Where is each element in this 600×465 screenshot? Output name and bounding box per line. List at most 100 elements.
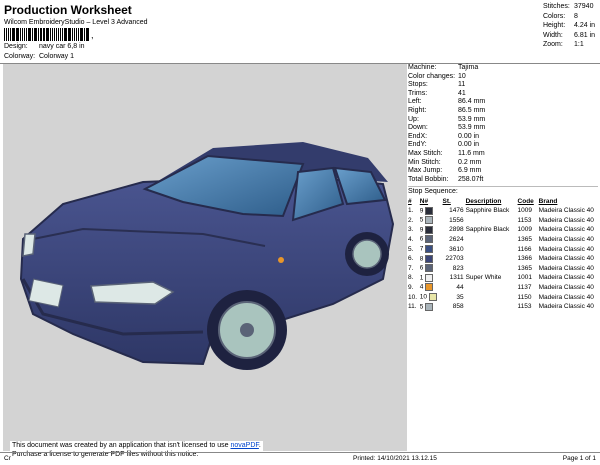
machine-row: Down: 53.9 mm: [408, 124, 598, 133]
table-row: 1. 9 1476 Sapphire Black 1009 Madeira Classi…: [408, 206, 598, 216]
stop-number: 6.: [408, 255, 414, 263]
color-description: Sapphire Black: [465, 226, 510, 234]
barcode: [4, 28, 90, 41]
printed-date: Printed: 14/10/2021 13.12.15: [353, 455, 437, 462]
machine-label: Max Jump:: [408, 167, 443, 175]
stitch-count: 44: [456, 283, 464, 291]
machine-label: Min Stitch:: [408, 158, 441, 166]
color-description: [466, 244, 518, 254]
machine-label: Max Stitch:: [408, 149, 443, 157]
stop-number: 5.: [408, 245, 414, 253]
stat-value: 1:1: [574, 41, 584, 49]
stat-label: Width:: [543, 31, 563, 39]
color-description: [466, 216, 518, 226]
machine-label: Stops:: [408, 81, 428, 89]
thread-brand: Madeira Classic 40: [538, 207, 594, 215]
design-preview: [3, 64, 407, 451]
notice-line1: This document was created by an applicat…: [12, 442, 231, 449]
needle-cell: 9: [420, 225, 443, 235]
needle-cell: 6: [420, 235, 443, 245]
color-code: 1366: [517, 255, 533, 263]
table-row: 3. 9 2898 Sapphire Black 1009 Madeira Classi…: [408, 225, 598, 235]
stop-number: 9.: [408, 283, 414, 291]
machine-label: Machine:: [408, 64, 437, 71]
thread-brand: Madeira Classic 40: [538, 226, 594, 234]
stat-label: Stitches:: [543, 3, 570, 10]
stop-number: 1.: [408, 207, 414, 215]
color-swatch: [425, 254, 434, 263]
needle-cell: 10: [420, 292, 443, 302]
needle-number: 9: [419, 226, 424, 234]
machine-row: Stops: 11: [408, 81, 598, 90]
stitch-count: 1311: [449, 274, 464, 282]
stitch-count: 35: [456, 293, 464, 301]
stitch-count: 1476: [449, 207, 464, 215]
machine-label: Color changes:: [408, 72, 456, 80]
stop-number: 2.: [408, 216, 414, 224]
stop-sequence-title: Stop Sequence:: [408, 188, 458, 196]
machine-value: 0.00 in: [458, 141, 480, 149]
novapdf-link[interactable]: novaPDF: [230, 442, 258, 449]
machine-value: 86.4 mm: [458, 98, 486, 106]
color-code: 1009: [517, 226, 533, 234]
machine-row: Total Bobbin: 258.07ft: [408, 176, 598, 185]
thread-brand: Madeira Classic 40: [538, 274, 594, 282]
color-code: 1009: [517, 207, 533, 215]
design-row: Design: navy car 6,8 in: [4, 43, 85, 50]
column-header: Code: [517, 197, 534, 205]
stat-value: 37940: [574, 3, 594, 10]
machine-row: EndY: 0.00 in: [408, 141, 598, 150]
stitch-count: 1556: [449, 216, 464, 224]
color-description: [466, 235, 518, 245]
stop-number: 4.: [408, 235, 414, 243]
machine-label: Trims:: [408, 89, 428, 97]
color-description: [466, 302, 518, 312]
needle-number: 10: [419, 293, 427, 301]
stop-number: 11.: [408, 303, 417, 311]
stop-number: 7.: [408, 264, 414, 272]
stitch-count: 2624: [449, 235, 464, 243]
machine-row: Machine: Tajima: [408, 64, 598, 73]
colorway-row: Colorway: Colorway 1: [4, 53, 74, 60]
table-row: 10. 10 35 1150 Madeira Classic 40: [408, 292, 598, 302]
car-embroidery-image: [19, 142, 395, 370]
needle-cell: 5: [420, 302, 443, 312]
needle-cell: 4: [420, 283, 443, 293]
color-code: 1365: [517, 264, 533, 272]
colorway-value: Colorway 1: [39, 53, 75, 60]
thread-brand: Madeira Classic 40: [538, 255, 594, 263]
needle-number: 8: [419, 255, 424, 263]
footer-left: Cr: [4, 455, 11, 462]
table-row: 2. 5 1556 1153 Madeira Classic 40: [408, 216, 598, 226]
stat-value: 4.24 in: [574, 22, 596, 30]
machine-row: Right: 86.5 mm: [408, 107, 598, 116]
machine-row: Min Stitch: 0.2 mm: [408, 159, 598, 168]
table-row: 4. 6 2624 1365 Madeira Classic 40: [408, 235, 598, 245]
machine-row: EndX: 0.00 in: [408, 133, 598, 142]
machine-row: Max Jump: 6.9 mm: [408, 167, 598, 176]
table-row: 6. 8 22703 1366 Madeira Classic 40: [408, 254, 598, 264]
stat-label: Height:: [543, 22, 566, 30]
thread-brand: Madeira Classic 40: [538, 264, 594, 272]
needle-cell: 1: [420, 273, 443, 283]
machine-value: 11: [458, 81, 466, 89]
machine-value: 0.2 mm: [458, 158, 482, 166]
machine-value: 10: [458, 72, 466, 80]
stat-row: Width: 6.81 in: [543, 31, 595, 41]
column-header: #: [408, 197, 412, 205]
color-description: [466, 263, 518, 273]
machine-row: Max Stitch: 11.6 mm: [408, 150, 598, 159]
barcode-separator: ,: [91, 30, 94, 40]
needle-number: 6: [419, 264, 424, 272]
color-swatch: [425, 216, 434, 225]
stat-label: Zoom:: [543, 41, 563, 49]
machine-value: 41: [458, 89, 466, 97]
needle-cell: 9: [420, 206, 443, 216]
color-description: [466, 292, 518, 302]
color-code: 1166: [517, 245, 532, 253]
column-header: Description: [465, 197, 502, 205]
needle-number: 5: [419, 217, 424, 225]
color-swatch: [428, 293, 437, 302]
needle-cell: 8: [420, 254, 443, 264]
stat-row: Stitches: 37940: [543, 2, 595, 12]
